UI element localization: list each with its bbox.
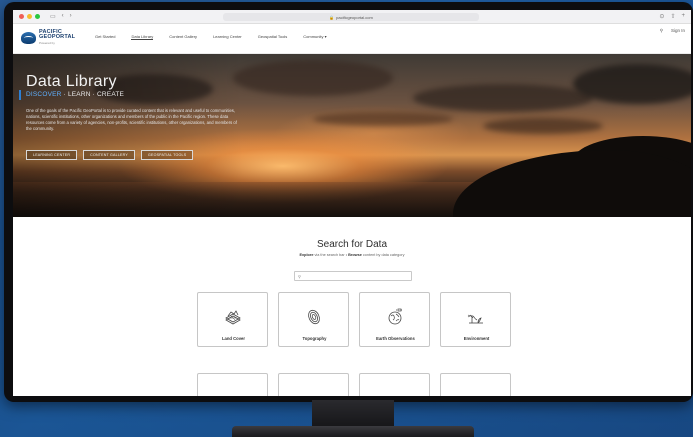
category-card[interactable] — [359, 373, 430, 396]
category-card-earth-observations[interactable]: Earth Observations — [359, 292, 430, 347]
logo-line-2: GEOPORTAL — [39, 34, 76, 40]
sidebar-toggle-icon[interactable]: ▭ — [50, 13, 56, 20]
category-card-environment[interactable]: Environment — [440, 292, 511, 347]
nav-data-library[interactable]: Data Library — [131, 34, 154, 40]
monitor-stand — [312, 400, 394, 428]
close-window-button[interactable] — [19, 14, 24, 19]
hero-cloud — [313, 112, 453, 126]
category-card[interactable] — [197, 373, 268, 396]
logo-tagline: Powered by — [39, 41, 55, 45]
search-subtitle: Explore via the search bar • Browse cont… — [13, 253, 691, 257]
nav-buttons: ▭ ‹ › — [50, 13, 72, 20]
category-label: Topography — [302, 336, 327, 341]
page-title: Data Library — [26, 73, 117, 90]
search-input[interactable] — [303, 273, 404, 279]
category-card[interactable] — [278, 373, 349, 396]
hero-island — [453, 150, 691, 217]
category-label: Land Cover — [221, 336, 246, 341]
logo-icon — [21, 32, 36, 44]
site-header: PACIFIC GEOPORTAL Powered by Get Started… — [13, 24, 691, 54]
main-nav: Get Started Data Library Content Gallery… — [95, 34, 327, 40]
geospatial-tools-button[interactable]: GEOSPATIAL TOOLS — [140, 150, 194, 160]
subtitle-rest: · LEARN · CREATE — [61, 91, 125, 98]
category-cards-row-2 — [197, 373, 511, 396]
share-icon[interactable]: ⇧ — [670, 13, 675, 20]
hero-description: One of the goals of the Pacific GeoPorta… — [26, 108, 237, 131]
earth-observations-icon — [388, 308, 402, 325]
window-controls — [19, 14, 40, 19]
download-icon[interactable]: ⊙ — [659, 13, 664, 20]
category-label: Environment — [463, 336, 490, 341]
minimize-window-button[interactable] — [27, 14, 32, 19]
site-logo[interactable]: PACIFIC GEOPORTAL Powered by — [21, 29, 76, 46]
content-gallery-button[interactable]: CONTENT GALLERY — [83, 150, 135, 160]
category-card[interactable] — [440, 373, 511, 396]
search-field[interactable]: ⚲ — [294, 271, 412, 281]
lock-icon: 🔒 — [329, 14, 335, 20]
hero-cloud — [573, 64, 691, 104]
browse-label: Browse — [348, 253, 362, 257]
hero-buttons: LEARNING CENTER CONTENT GALLERY GEOSPATI… — [26, 150, 194, 160]
topography-icon — [308, 309, 320, 325]
hero-banner: Data Library DISCOVER · LEARN · CREATE O… — [13, 54, 691, 217]
nav-community[interactable]: Community ▾ — [303, 34, 326, 40]
nav-content-gallery[interactable]: Content Gallery — [169, 34, 197, 40]
environment-icon — [467, 314, 483, 324]
monitor: ▭ ‹ › 🔒 pacificgeoportal.com ⊙ ⇧ + PACIF… — [4, 2, 693, 402]
logo-text: PACIFIC GEOPORTAL Powered by — [39, 29, 76, 46]
category-card-topography[interactable]: Topography — [278, 292, 349, 347]
hero-subtitle: DISCOVER · LEARN · CREATE — [26, 91, 124, 98]
category-label: Earth Observations — [376, 336, 415, 341]
search-icon[interactable]: ⚲ — [660, 28, 663, 34]
address-bar[interactable]: 🔒 pacificgeoportal.com — [223, 13, 479, 21]
maximize-window-button[interactable] — [35, 14, 40, 19]
search-sub-mid: via the search bar • — [313, 253, 349, 257]
search-sub-end: content by data category — [361, 253, 405, 257]
nav-learning-center[interactable]: Learning Center — [213, 34, 242, 40]
sign-in-link[interactable]: Sign In — [671, 28, 685, 34]
back-arrow-icon[interactable]: ‹ — [62, 13, 64, 20]
nav-geospatial-tools[interactable]: Geospatial Tools — [258, 34, 288, 40]
search-title: Search for Data — [316, 239, 388, 250]
learning-center-button[interactable]: LEARNING CENTER — [26, 150, 78, 160]
category-card-land-cover[interactable]: Land Cover — [197, 292, 268, 347]
monitor-base — [232, 426, 474, 437]
header-actions: ⚲ Sign In — [660, 28, 685, 34]
explore-label: Explore — [299, 253, 314, 257]
category-cards: Land Cover Topography Earth Observations… — [197, 292, 511, 347]
browser-actions: ⊙ ⇧ + — [659, 13, 685, 20]
land-cover-icon — [225, 310, 241, 325]
search-section: Search for Data Explore via the search b… — [13, 217, 691, 396]
nav-get-started[interactable]: Get Started — [95, 34, 115, 40]
search-icon: ⚲ — [298, 273, 301, 279]
browser-window: ▭ ‹ › 🔒 pacificgeoportal.com ⊙ ⇧ + PACIF… — [13, 10, 691, 396]
subtitle-discover: DISCOVER — [26, 91, 62, 98]
hero-cloud — [233, 60, 393, 96]
address-url: pacificgeoportal.com — [336, 14, 373, 20]
new-tab-icon[interactable]: + — [681, 13, 685, 20]
hero-cloud — [413, 84, 593, 112]
forward-arrow-icon[interactable]: › — [70, 13, 72, 20]
browser-toolbar: ▭ ‹ › 🔒 pacificgeoportal.com ⊙ ⇧ + — [13, 10, 691, 24]
hero-cloud — [483, 118, 603, 134]
title-accent-bar — [19, 90, 21, 100]
